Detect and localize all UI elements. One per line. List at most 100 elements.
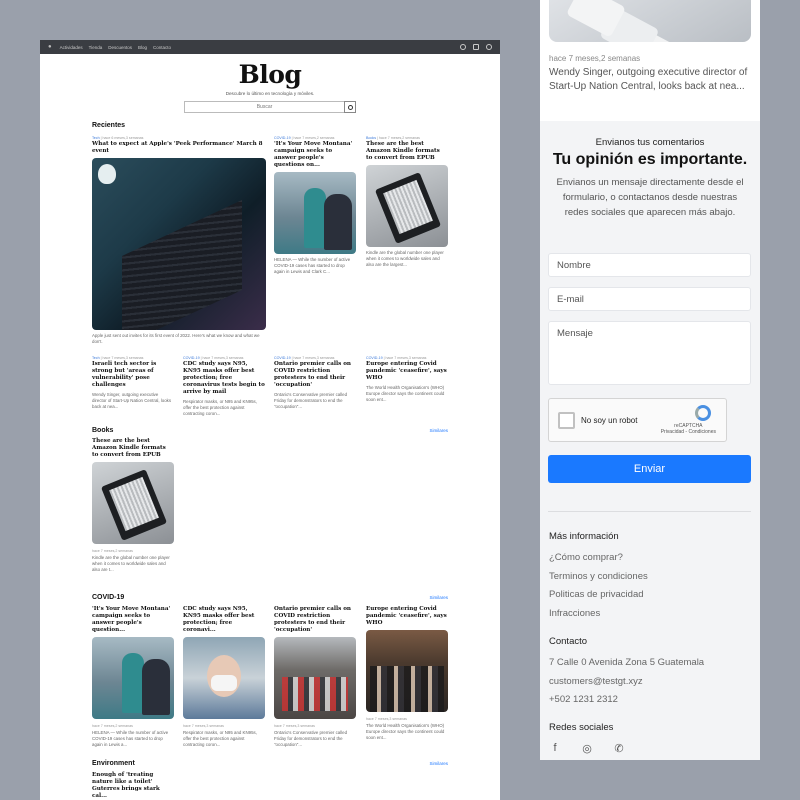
link-terminos[interactable]: Terminos y condiciones — [549, 571, 648, 582]
article-headline[interactable]: What to expect at Apple's 'Peek Performa… — [92, 141, 266, 155]
nav-icons — [460, 44, 492, 50]
name-field[interactable]: Nombre — [548, 253, 751, 277]
article-excerpt: The World Health Organisation's (WHO) Eu… — [366, 385, 445, 402]
article-headline[interactable]: Israeli tech sector is strong but 'areas… — [92, 361, 174, 389]
article-image[interactable] — [92, 637, 174, 719]
link-infracciones[interactable]: Infracciones — [549, 608, 600, 619]
recaptcha-checkbox[interactable] — [558, 412, 575, 429]
contact-email[interactable]: customers@testgt.xyz — [549, 676, 643, 687]
feedback-kicker: Envianos tus comentarios — [595, 137, 705, 148]
article-excerpt: Ontario's Conservative premier called Fr… — [274, 392, 348, 409]
page-title: Blog — [238, 60, 302, 89]
facebook-icon[interactable]: f — [549, 742, 561, 755]
article-meta: hace 7 meses,2 semanas — [549, 54, 641, 63]
article-meta: hace 7 meses,3 semanas — [183, 724, 224, 728]
message-field[interactable]: Mensaje — [548, 321, 751, 385]
submit-button[interactable]: Enviar — [548, 455, 751, 483]
article-meta: hace 7 meses,3 semanas — [274, 724, 315, 728]
whatsapp-icon[interactable]: ✆ — [613, 742, 625, 755]
article-excerpt: The World Health Organisation's (WHO) Eu… — [366, 723, 445, 740]
user-icon[interactable] — [486, 44, 492, 50]
article-headline[interactable]: Enough of 'treating nature like a toilet… — [92, 772, 174, 800]
search-icon — [347, 104, 353, 110]
search-input[interactable]: Buscar — [184, 101, 344, 113]
link-privacidad[interactable]: Politicas de privacidad — [549, 589, 644, 600]
feedback-description: Envianos un mensaje directamente desde e… — [556, 177, 744, 218]
page-subtitle: Descubre lo último en tecnología y móvil… — [225, 91, 315, 96]
search-button[interactable] — [344, 101, 356, 113]
section-title-covid: COVID-19 — [92, 594, 125, 601]
feedback-section: Envianos tus comentarios Tu opinión es i… — [540, 121, 760, 760]
bag-icon[interactable] — [473, 44, 479, 50]
article-meta: hace 7 meses,2 semanas — [92, 724, 133, 728]
article-card[interactable]: Europe entering Covid pandemic 'ceasefir… — [366, 606, 448, 741]
article-card[interactable]: COVID-19 | hace 7 meses,3 semanas Ontari… — [274, 356, 356, 410]
nav-link-descuentos[interactable]: Descuentos — [108, 45, 132, 50]
similares-link[interactable]: Similares — [429, 595, 448, 600]
article-card[interactable]: CDC study says N95, KN95 masks offer bes… — [183, 606, 265, 748]
article-card[interactable]: Tech | hace 7 meses,3 semanas Israeli te… — [92, 356, 174, 410]
featured-article[interactable]: Tech | hace 6 meses,3 semanas What to ex… — [92, 136, 266, 345]
contact-phone[interactable]: +502 1231 2312 — [549, 694, 618, 705]
environment-section: Environment Similares — [92, 760, 448, 767]
recaptcha-label: No soy un robot — [581, 416, 638, 425]
article-headline[interactable]: Ontario premier calls on COVID restricti… — [274, 361, 356, 389]
article-headline[interactable]: Europe entering Covid pandemic 'ceasefir… — [366, 361, 448, 382]
article-card[interactable]: These are the best Amazon Kindle formats… — [92, 438, 174, 573]
article-excerpt: Ontario's Conservative premier called Fr… — [274, 730, 348, 747]
article-excerpt: HELENA — While the number of active COVI… — [274, 257, 351, 274]
similares-link[interactable]: Similares — [429, 761, 448, 766]
article-card[interactable]: COVID-19 | hace 7 meses,3 semanas CDC st… — [183, 356, 265, 417]
article-excerpt: Respirator masks, or N95 and KN95s, offe… — [183, 730, 257, 747]
recaptcha-brand: reCAPTCHA Privacidad - Condiciones — [660, 423, 716, 435]
article-card[interactable]: Enough of 'treating nature like a toilet… — [92, 772, 174, 800]
article-card[interactable]: COVID-19 | hace 7 meses,3 semanas Europe… — [366, 356, 448, 403]
article-excerpt: HELENA — While the number of active COVI… — [92, 730, 169, 747]
contact-address: 7 Calle 0 Avenida Zona 5 Guatemala — [549, 657, 705, 668]
article-card[interactable]: COVID-19 | hace 7 meses,2 semanas 'It's … — [274, 136, 356, 275]
more-info-title: Más información — [549, 531, 619, 542]
article-card[interactable]: Ontario premier calls on COVID restricti… — [274, 606, 356, 748]
section-title-environment: Environment — [92, 760, 135, 767]
social-title: Redes sociales — [549, 722, 614, 733]
top-navbar: ● Actividades Tienda Descuentos Blog Con… — [40, 40, 500, 54]
article-meta: hace 7 meses,2 semanas — [92, 549, 133, 553]
instagram-icon[interactable]: ◎ — [581, 742, 593, 755]
article-card[interactable]: 'It's Your Move Montana' campaign seeks … — [92, 606, 174, 748]
search-bar: Buscar — [40, 101, 500, 113]
article-image[interactable] — [92, 462, 174, 544]
article-excerpt: Wendy Singer, outgoing executive directo… — [549, 67, 748, 92]
article-headline[interactable]: 'It's Your Move Montana' campaign seeks … — [92, 606, 174, 634]
nav-link-blog[interactable]: Blog — [138, 45, 147, 50]
nav-link-tienda[interactable]: Tienda — [89, 45, 103, 50]
article-headline[interactable]: CDC study says N95, KN95 masks offer bes… — [183, 606, 265, 634]
article-image[interactable] — [92, 158, 266, 330]
article-headline[interactable]: These are the best Amazon Kindle formats… — [92, 438, 174, 459]
article-headline[interactable]: 'It's Your Move Montana' campaign seeks … — [274, 141, 356, 169]
article-headline[interactable]: Europe entering Covid pandemic 'ceasefir… — [366, 606, 448, 627]
search-icon[interactable] — [460, 44, 466, 50]
article-excerpt: Respirator masks, or N95 and KN95s, offe… — [183, 399, 257, 416]
link-como-comprar[interactable]: ¿Cómo comprar? — [549, 552, 623, 563]
article-image[interactable] — [183, 637, 265, 719]
article-headline[interactable]: Ontario premier calls on COVID restricti… — [274, 606, 356, 634]
nav-link-contacto[interactable]: Contacto — [153, 45, 171, 50]
similares-link[interactable]: Similares — [429, 428, 448, 433]
email-field[interactable]: E-mail — [548, 287, 751, 311]
apple-logo-icon[interactable]: ● — [48, 44, 52, 50]
divider — [548, 511, 751, 512]
article-headline[interactable]: CDC study says N95, KN95 masks offer bes… — [183, 361, 265, 396]
article-excerpt: Kindle are the global number one player … — [366, 250, 444, 267]
recaptcha-widget: No soy un robot reCAPTCHA Privacidad - Co… — [548, 398, 727, 442]
article-image[interactable] — [274, 172, 356, 254]
article-image[interactable] — [366, 165, 448, 247]
article-image[interactable] — [549, 0, 751, 42]
recent-section: Recientes — [92, 122, 448, 129]
article-headline[interactable]: These are the best Amazon Kindle formats… — [366, 141, 448, 162]
article-card[interactable]: Books | hace 7 meses,2 semanas These are… — [366, 136, 448, 268]
section-title-recent: Recientes — [92, 122, 126, 129]
article-image[interactable] — [366, 630, 448, 712]
article-image[interactable] — [274, 637, 356, 719]
nav-link-actividades[interactable]: Actividades — [60, 45, 83, 50]
article-excerpt: Kindle are the global number one player … — [92, 555, 170, 572]
